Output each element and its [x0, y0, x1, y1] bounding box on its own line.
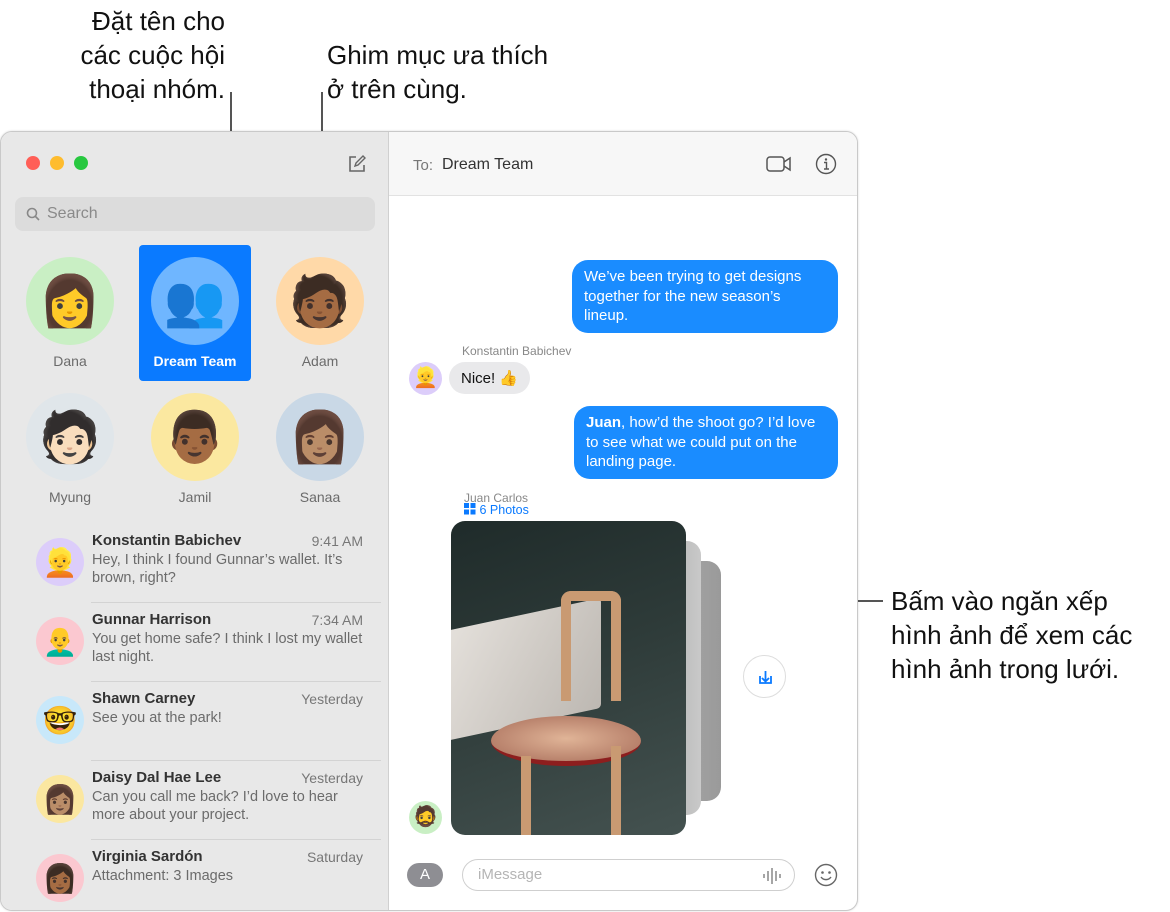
contact-name: Daisy Dal Hae Lee: [92, 769, 222, 786]
pinned-name: Dana: [53, 353, 87, 369]
zoom-button[interactable]: [74, 156, 88, 170]
message-bubble-received[interactable]: Nice! 👍: [449, 362, 531, 394]
photo-chair: [451, 521, 686, 835]
timestamp: 9:41 AM: [311, 533, 363, 549]
pinned-name: Myung: [48, 489, 92, 505]
recipient-name[interactable]: Dream Team: [442, 156, 533, 174]
conversation-row[interactable]: 👱 Konstantin Babichev 9:41 AM Hey, I think …: [1, 532, 389, 611]
sender-name: Konstantin Babichev: [462, 344, 572, 358]
callout-line: hình ảnh để xem các: [891, 620, 1133, 650]
apps-button[interactable]: A: [407, 863, 443, 887]
avatar: 👩🏽: [36, 775, 84, 823]
avatar: 🧑🏻: [26, 393, 114, 481]
contact-name: Virginia Sardón: [92, 848, 203, 865]
message-input[interactable]: iMessage: [462, 859, 795, 891]
callout-line: Đặt tên cho: [92, 6, 225, 36]
avatar: 👨‍🦲: [36, 617, 84, 665]
pinned-conversation[interactable]: 👥 Dream Team: [139, 245, 251, 381]
avatar: 👩🏽: [276, 393, 364, 481]
sender-avatar: 🧔: [409, 801, 442, 834]
messages-window: Search 👩 Dana 👥 Dream Team 🧑🏾 Adam 🧑🏻 Myung 👨🏾 Ja…: [0, 131, 858, 911]
search-input[interactable]: Search: [15, 197, 375, 231]
pinned-name: Adam: [301, 353, 339, 369]
message-preview: Attachment: 3 Images: [92, 868, 234, 884]
to-label: To:: [413, 157, 434, 174]
photo-count-link[interactable]: 6 Photos: [464, 503, 529, 517]
avatar: 🧑🏾: [276, 257, 364, 345]
photo-stack[interactable]: [451, 521, 721, 835]
callout-pin: Ghim mục ưa thích ở trên cùng.: [327, 38, 548, 106]
pinned-conversation[interactable]: 👩 Dana: [14, 245, 126, 381]
message-text: , how’d the shoot go? I’d love to see wh…: [586, 414, 816, 470]
conversation-row[interactable]: 🤓 Shawn Carney Yesterday See you at the par…: [1, 690, 389, 769]
contact-name: Gunnar Harrison: [92, 611, 212, 628]
divider: [91, 760, 381, 761]
sidebar: Search 👩 Dana 👥 Dream Team 🧑🏾 Adam 🧑🏻 Myung 👨🏾 Ja…: [1, 132, 389, 910]
avatar: 👨🏾: [151, 393, 239, 481]
message-preview: Hey, I think I found Gunnar’s wallet. It…: [92, 552, 343, 586]
info-icon[interactable]: [815, 153, 837, 175]
callout-line: thoại nhóm.: [89, 74, 225, 104]
grid-icon: [464, 503, 476, 515]
minimize-button[interactable]: [50, 156, 64, 170]
conversation-row[interactable]: 👩🏽 Daisy Dal Hae Lee Yesterday Can you call…: [1, 769, 389, 848]
avatar: 👱: [36, 538, 84, 586]
save-photo-button[interactable]: [743, 655, 786, 698]
pinned-name: Dream Team: [153, 353, 237, 369]
avatar: 👥: [151, 257, 239, 345]
sender-avatar: 👱: [409, 362, 442, 395]
timestamp: Yesterday: [301, 691, 363, 707]
callout-stack: Bấm vào ngăn xếp hình ảnh để xem các hìn…: [891, 584, 1132, 686]
emoji-icon[interactable]: [814, 863, 838, 887]
message-preview: Can you call me back? I’d love to hear m…: [92, 789, 338, 823]
close-button[interactable]: [26, 156, 40, 170]
callout-group-name: Đặt tên cho các cuộc hội thoại nhóm.: [55, 4, 225, 106]
contact-name: Shawn Carney: [92, 690, 196, 707]
conversation-row[interactable]: 👩🏾 Virginia Sardón Saturday Attachment: 3 I…: [1, 848, 389, 910]
divider: [91, 681, 381, 682]
pinned-name: Jamil: [178, 489, 212, 505]
callout-line: hình ảnh trong lưới.: [891, 654, 1120, 684]
video-call-icon[interactable]: [766, 155, 792, 173]
divider: [91, 602, 381, 603]
chat-header: To: Dream Team: [389, 132, 857, 196]
message-bubble-sent[interactable]: We’ve been trying to get designs togethe…: [572, 260, 838, 333]
download-icon: [759, 671, 772, 684]
avatar: 👩🏾: [36, 854, 84, 902]
timestamp: Saturday: [306, 849, 363, 865]
audio-message-icon[interactable]: [762, 866, 782, 886]
timestamp: 7:34 AM: [311, 612, 363, 628]
avatar: 🤓: [36, 696, 84, 744]
pinned-conversation[interactable]: 👩🏽 Sanaa: [264, 381, 376, 517]
pinned-conversation[interactable]: 🧑🏾 Adam: [264, 245, 376, 381]
message-preview: See you at the park!: [92, 710, 222, 726]
divider: [91, 839, 381, 840]
pinned-name: Sanaa: [299, 489, 341, 505]
avatar: 👩: [26, 257, 114, 345]
timestamp: Yesterday: [301, 770, 363, 786]
compose-icon[interactable]: [347, 154, 367, 174]
mention: Juan: [586, 414, 622, 431]
message-bubble-sent[interactable]: Juan, how’d the shoot go? I’d love to se…: [574, 406, 838, 479]
conversation-row[interactable]: 👨‍🦲 Gunnar Harrison 7:34 AM You get home sa…: [1, 611, 389, 690]
pinned-conversation[interactable]: 🧑🏻 Myung: [14, 381, 126, 517]
pinned-conversation[interactable]: 👨🏾 Jamil: [139, 381, 251, 517]
message-preview: You get home safe? I think I lost my wal…: [92, 631, 363, 665]
search-icon: [26, 207, 40, 221]
callout-line: ở trên cùng.: [327, 74, 467, 104]
app-store-icon: A: [419, 866, 430, 883]
search-placeholder: Search: [47, 205, 98, 222]
callout-line: Bấm vào ngăn xếp: [891, 586, 1108, 616]
callout-line: các cuộc hội: [80, 40, 225, 70]
input-placeholder: iMessage: [478, 866, 543, 883]
callout-line: Ghim mục ưa thích: [327, 40, 549, 70]
contact-name: Konstantin Babichev: [92, 532, 242, 549]
photo-count: 6 Photos: [479, 503, 529, 517]
